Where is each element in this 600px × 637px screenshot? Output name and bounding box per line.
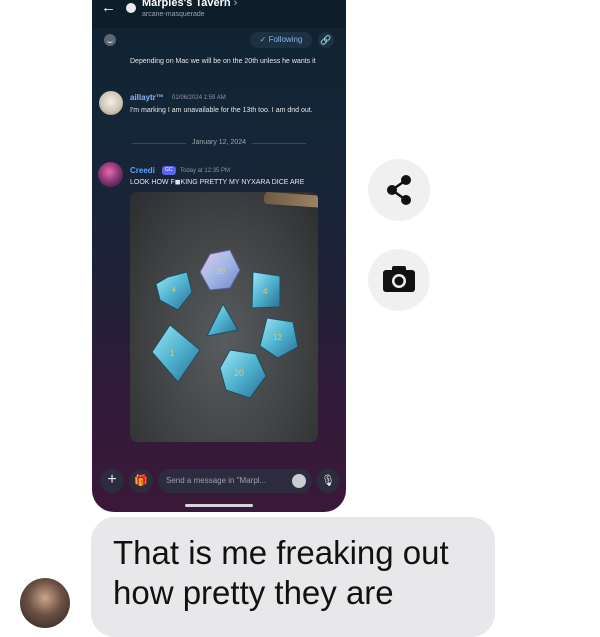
gift-icon[interactable]: 🎁 xyxy=(129,469,153,493)
username[interactable]: Creedi xyxy=(130,166,155,175)
camera-icon xyxy=(383,266,415,292)
svg-text:20: 20 xyxy=(216,267,225,276)
message-timestamp: 01/06/2024 1:59 AM xyxy=(172,95,226,101)
share-icon xyxy=(387,175,411,205)
plus-icon[interactable]: + xyxy=(100,469,124,493)
discord-screenshot: ← Marples's Tavern › arcane-masquerade ✓ … xyxy=(92,0,346,512)
emoji-icon[interactable] xyxy=(104,34,116,46)
reply-message-bubble[interactable]: That is me freaking out how pretty they … xyxy=(91,517,495,637)
home-indicator xyxy=(185,504,253,507)
avatar[interactable] xyxy=(99,91,123,115)
dice-photo[interactable]: 4 20 4 12 1 20 xyxy=(130,192,318,442)
svg-text:12: 12 xyxy=(273,333,282,342)
channel-header: ← Marples's Tavern › arcane-masquerade xyxy=(92,0,346,28)
date-divider: January 12, 2024 xyxy=(92,139,346,146)
reply-text: That is me freaking out how pretty they … xyxy=(113,534,449,611)
message-text: Depending on Mac we will be on the 20th … xyxy=(130,58,316,65)
channel-title[interactable]: Marples's Tavern › xyxy=(142,0,237,9)
svg-text:1: 1 xyxy=(170,349,175,358)
message-text: LOOK HOW F◼KING PRETTY MY NYXARA DICE AR… xyxy=(130,179,305,186)
svg-text:4: 4 xyxy=(263,287,268,296)
avatar[interactable] xyxy=(98,162,123,187)
avatar[interactable] xyxy=(20,578,70,628)
server-tag-badge: GC xyxy=(162,166,176,175)
link-icon[interactable]: 🔗 xyxy=(318,32,334,48)
svg-text:4: 4 xyxy=(172,287,176,294)
arrow-left-icon[interactable]: ← xyxy=(101,0,116,16)
emoji-icon[interactable] xyxy=(292,474,306,488)
share-button[interactable] xyxy=(368,159,430,221)
channel-subbar: ✓ Following 🔗 xyxy=(92,28,346,52)
svg-text:20: 20 xyxy=(234,368,244,378)
mic-icon[interactable]: 🎙 xyxy=(316,469,340,493)
message-text: I'm marking I am unavailable for the 13t… xyxy=(130,107,313,114)
message-input[interactable]: Send a message in "Marpl... xyxy=(158,469,312,493)
input-placeholder: Send a message in "Marpl... xyxy=(166,476,267,485)
message-composer: + 🎁 Send a message in "Marpl... 🎙 xyxy=(92,462,346,500)
following-button[interactable]: ✓ Following xyxy=(250,32,312,48)
chat-bubble-icon xyxy=(126,3,136,13)
username[interactable]: aillaytr™ xyxy=(130,93,164,102)
channel-subtitle: arcane-masquerade xyxy=(142,11,205,18)
message-timestamp: Today at 12:35 PM xyxy=(180,168,231,174)
camera-button[interactable] xyxy=(368,249,430,311)
dice-illustration: 4 20 4 12 1 20 xyxy=(151,249,299,399)
